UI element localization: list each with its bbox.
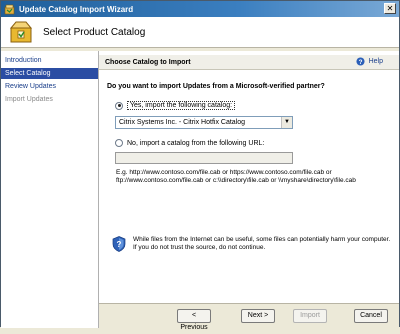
yes-radio[interactable] — [115, 101, 123, 110]
close-button[interactable]: ✕ — [384, 3, 396, 14]
partner-question: Do you want to import Updates from a Mic… — [107, 83, 325, 90]
help-icon: ? — [356, 57, 365, 66]
catalog-select-value: Citrix Systems Inc. - Citrix Hotfix Cata… — [119, 119, 246, 126]
option-no-row[interactable]: No, import a catalog from the following … — [115, 139, 264, 147]
warning-text: While files from the Internet can be use… — [133, 236, 391, 251]
wizard-steps-sidebar: Introduction Select Catalog Review Updat… — [1, 51, 99, 328]
yes-radio-label: Yes, import the following catalog: — [127, 101, 236, 110]
security-warning: ? While files from the Internet can be u… — [112, 236, 392, 252]
dropdown-arrow-icon[interactable]: ▼ — [281, 117, 292, 128]
wizard-app-icon — [4, 4, 15, 14]
wizard-header: Select Product Catalog — [1, 17, 399, 48]
section-title: Choose Catalog to Import — [105, 58, 191, 66]
security-shield-icon: ? — [112, 236, 126, 252]
section-header: Choose Catalog to Import ? Help — [99, 55, 399, 70]
next-button[interactable]: Next > — [241, 309, 275, 323]
close-icon: ✕ — [386, 4, 394, 13]
svg-text:?: ? — [358, 59, 362, 66]
wizard-window: Update Catalog Import Wizard ✕ Select Pr… — [0, 0, 400, 331]
sidebar-item-review-updates[interactable]: Review Updates — [1, 81, 98, 92]
cancel-button[interactable]: Cancel — [354, 309, 388, 323]
no-radio[interactable] — [115, 139, 123, 147]
page-title: Select Product Catalog — [43, 26, 146, 38]
option-yes-row[interactable]: Yes, import the following catalog: — [115, 101, 236, 110]
sidebar-item-select-catalog[interactable]: Select Catalog — [1, 68, 98, 79]
sidebar-item-import-updates: Import Updates — [5, 96, 53, 103]
help-link[interactable]: ? Help — [356, 57, 383, 66]
previous-button[interactable]: < Previous — [177, 309, 211, 331]
catalog-wizard-icon — [9, 21, 33, 43]
help-label: Help — [368, 58, 383, 65]
no-radio-label: No, import a catalog from the following … — [127, 139, 265, 147]
svg-text:?: ? — [117, 240, 122, 249]
catalog-url-field[interactable] — [115, 152, 293, 164]
catalog-select[interactable]: Citrix Systems Inc. - Citrix Hotfix Cata… — [115, 116, 293, 129]
window-title: Update Catalog Import Wizard — [19, 4, 134, 14]
import-button: Import — [293, 309, 327, 323]
sidebar-item-introduction[interactable]: Introduction — [1, 55, 98, 66]
title-bar: Update Catalog Import Wizard ✕ — [1, 1, 399, 17]
url-example-text: E.g. http://www.contoso.com/file.cab or … — [116, 169, 356, 184]
wizard-footer: < Previous Next > Import Cancel — [99, 303, 399, 331]
main-content: Choose Catalog to Import ? Help Do you w… — [99, 51, 399, 303]
